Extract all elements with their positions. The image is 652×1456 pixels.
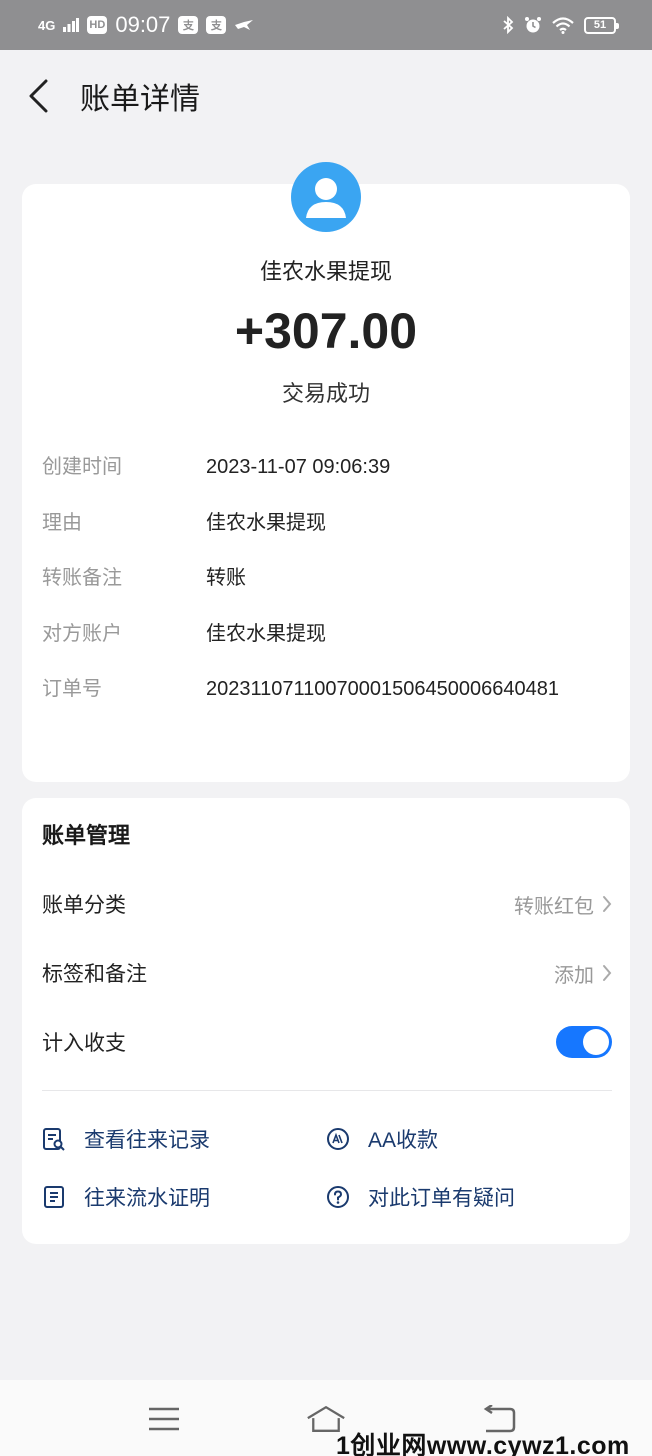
link-label: AA收款 (368, 1129, 439, 1152)
transaction-status: 交易成功 (281, 381, 370, 406)
alarm-icon (525, 17, 541, 33)
chevron-right-icon (602, 895, 612, 913)
link-label: 对此订单有疑问 (368, 1187, 515, 1210)
link-label: 往来流水证明 (84, 1187, 210, 1210)
divider (42, 1090, 612, 1091)
row-value: 添加 (554, 964, 594, 987)
view-records-link[interactable]: 查看往来记录 (42, 1122, 210, 1156)
bluetooth-icon (503, 16, 514, 34)
wifi-icon (552, 16, 574, 34)
header: 账单详情 (0, 50, 652, 142)
include-in-stats-row: 计入收支 (42, 1022, 612, 1062)
bird-icon (235, 20, 254, 30)
detail-row-counterparty: 对方账户 佳农水果提现 (42, 617, 614, 651)
section-title: 账单管理 (42, 823, 131, 848)
question-icon (326, 1185, 350, 1209)
status-left: 4G HD 09:07 支 支 (38, 12, 254, 38)
back-arrow-icon (29, 79, 48, 113)
link-label: 查看往来记录 (84, 1129, 210, 1152)
detail-row-reason: 理由 佳农水果提现 (42, 506, 614, 540)
detail-value: 转账 (206, 567, 246, 589)
detail-row-order-number: 订单号 20231107110070001506450006640481 (42, 672, 614, 706)
order-number-value: 20231107110070001506450006640481 (206, 678, 559, 700)
aa-collection-link[interactable]: AA收款 (326, 1122, 438, 1156)
back-button[interactable] (4, 50, 74, 142)
battery-icon: 51 (584, 16, 619, 34)
signal-icon (63, 18, 80, 32)
row-label: 标签和备注 (42, 963, 147, 986)
row-value: 转账红包 (514, 895, 594, 918)
bill-category-row[interactable]: 账单分类 转账红包 (42, 884, 612, 924)
network-indicator: 4G (38, 17, 56, 33)
detail-value: 佳农水果提现 (206, 512, 326, 534)
detail-label: 转账备注 (42, 567, 122, 589)
record-search-icon (42, 1127, 66, 1151)
hd-icon: HD (87, 16, 108, 34)
detail-value: 佳农水果提现 (206, 623, 326, 645)
watermark: 1创业网www.cywz1.com (336, 1432, 630, 1456)
toggle-knob (583, 1029, 609, 1055)
detail-label: 订单号 (42, 678, 102, 700)
status-time: 09:07 (115, 12, 171, 37)
row-label: 计入收支 (42, 1032, 126, 1055)
status-bar: 4G HD 09:07 支 支 51 (0, 0, 652, 50)
statement-icon (42, 1185, 66, 1209)
row-label: 账单分类 (42, 894, 126, 917)
menu-button[interactable] (144, 1402, 184, 1436)
transaction-amount: +307.00 (234, 303, 418, 359)
transaction-card: 佳农水果提现 +307.00 交易成功 创建时间 2023-11-07 09:0… (22, 162, 630, 782)
status-right: 51 (502, 16, 619, 34)
detail-label: 理由 (42, 512, 82, 534)
alipay-notification-icon: 支 (178, 16, 199, 34)
page-title: 账单详情 (80, 83, 200, 116)
user-icon (306, 178, 346, 218)
aa-icon (326, 1127, 350, 1151)
detail-value: 2023-11-07 09:06:39 (206, 456, 391, 478)
chevron-right-icon (602, 964, 612, 982)
alipay-notification-icon-2: 支 (206, 16, 227, 34)
menu-icon (149, 1407, 179, 1431)
order-question-link[interactable]: 对此订单有疑问 (326, 1180, 515, 1214)
payee-name: 佳农水果提现 (259, 259, 392, 284)
tags-notes-row[interactable]: 标签和备注 添加 (42, 953, 612, 993)
detail-label: 创建时间 (42, 456, 122, 478)
detail-row-remark: 转账备注 转账 (42, 561, 614, 595)
detail-label: 对方账户 (42, 623, 122, 645)
payee-avatar (291, 162, 361, 232)
include-in-stats-toggle[interactable] (556, 1026, 612, 1058)
detail-row-created-time: 创建时间 2023-11-07 09:06:39 (42, 450, 614, 484)
bill-management-card: 账单管理 账单分类 转账红包 标签和备注 添加 计入收支 查看往来记录 AA收款… (22, 798, 630, 1244)
statement-proof-link[interactable]: 往来流水证明 (42, 1180, 210, 1214)
